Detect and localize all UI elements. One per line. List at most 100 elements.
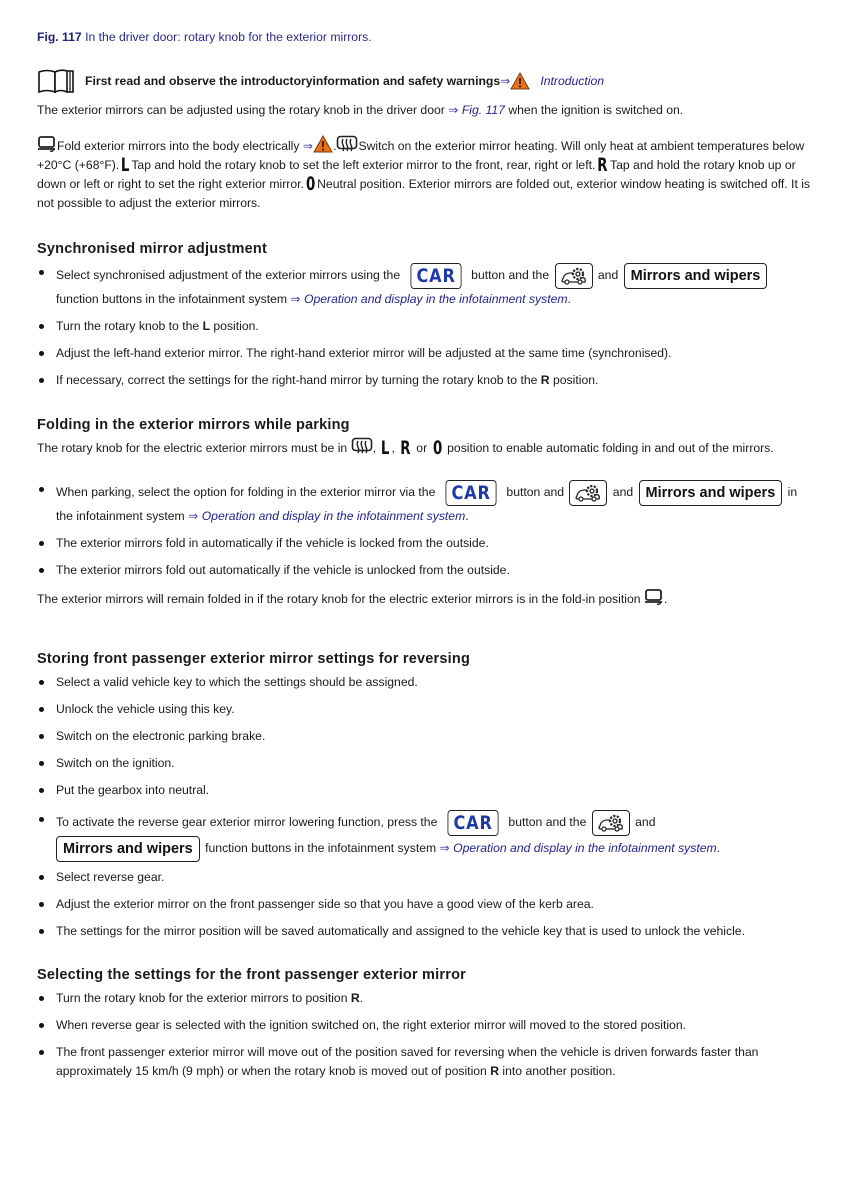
vehicle-settings-button[interactable] — [591, 810, 630, 836]
arrow-icon: ⇒ — [188, 509, 199, 523]
knob-neutral-icon: 0 — [432, 437, 442, 459]
mirrors-and-wipers-button[interactable]: Mirrors and wipers — [56, 836, 200, 862]
intro-text: The exterior mirrors can be adjusted usi… — [37, 103, 449, 117]
position-R: R — [540, 373, 550, 387]
car-button[interactable]: CAR — [445, 480, 497, 506]
item-text: The front passenger exterior mirror will… — [56, 1045, 759, 1078]
safety-notice: First read and observe the introductoryi… — [37, 68, 817, 94]
figure-label: Fig. 117 — [37, 30, 82, 44]
knob-neutral-icon: 0 — [305, 173, 316, 195]
position-L: L — [202, 319, 211, 333]
section-heading-sync: Synchronised mirror adjustment — [37, 241, 267, 257]
car-button[interactable]: CAR — [410, 263, 462, 289]
arrow-icon: ⇒ — [439, 841, 450, 856]
item-text: If necessary, correct the settings for t… — [56, 373, 541, 387]
list-item: Unlock the vehicle using this key. — [37, 700, 817, 719]
item-text: The exterior mirrors fold out automatica… — [56, 563, 510, 577]
item-text: or — [412, 441, 431, 455]
item-text: Adjust the left-hand exterior mirror. Th… — [56, 346, 672, 360]
item-text: Turn the rotary knob to the — [56, 319, 203, 333]
item-text: The settings for the mirror position wil… — [56, 924, 745, 938]
folding-outro: The exterior mirrors will remain folded … — [37, 588, 817, 609]
safety-notice-title: First read and observe the introductoryi… — [85, 73, 501, 88]
introduction-link[interactable]: Introduction — [540, 72, 604, 91]
item-text: Unlock the vehicle using this key. — [56, 702, 235, 716]
operation-display-link[interactable]: Operation and display in the infotainmen… — [304, 292, 568, 306]
knob-right-icon: R — [400, 437, 411, 459]
knob-right-icon: R — [597, 154, 608, 176]
item-text: position. — [210, 319, 259, 333]
item-text: . — [716, 841, 721, 856]
figure-link[interactable]: Fig. 117 — [462, 103, 505, 117]
item-text: into another position. — [499, 1064, 616, 1078]
item-text: position. — [549, 373, 599, 387]
list-item: Select reverse gear. — [37, 868, 817, 887]
gear-car-icon — [559, 266, 589, 286]
car-button[interactable]: CAR — [447, 810, 499, 836]
item-text: Select synchronised adjustment of the ex… — [56, 268, 404, 283]
item-text: Turn the rotary knob for the exterior mi… — [56, 991, 351, 1005]
list-item: When parking, select the option for fold… — [37, 480, 817, 526]
item-text: function buttons in the infotainment sys… — [56, 292, 291, 306]
legend-left-text: Tap and hold the rotary knob to set the … — [131, 158, 596, 172]
fold-mirror-icon — [37, 135, 57, 153]
item-text: . — [567, 292, 571, 306]
warning-icon[interactable] — [510, 72, 530, 90]
fold-mirror-icon — [644, 588, 664, 606]
item-text: The exterior mirrors fold in automatical… — [56, 536, 489, 550]
intro-text-end: when the ignition is switched on. — [504, 103, 684, 117]
item-text: When parking, select the option for fold… — [56, 485, 439, 500]
mirrors-and-wipers-button[interactable]: Mirrors and wipers — [638, 480, 783, 506]
list-item: Select a valid vehicle key to which the … — [37, 673, 817, 692]
section-heading-folding: Folding in the exterior mirrors while pa… — [37, 417, 350, 433]
item-text: . — [359, 991, 364, 1005]
folding-intro: The rotary knob for the electric exterio… — [37, 437, 817, 458]
sync-list: Select synchronised adjustment of the ex… — [37, 263, 817, 390]
list-item: Adjust the left-hand exterior mirror. Th… — [37, 344, 817, 363]
item-text: button and the — [505, 815, 590, 830]
section-heading-selecting: Selecting the settings for the front pas… — [37, 967, 466, 983]
item-text: and — [609, 485, 637, 500]
list-item: To activate the reverse gear exterior mi… — [37, 810, 817, 862]
list-item: The exterior mirrors fold in automatical… — [37, 534, 817, 553]
item-text: position to enable automatic folding in … — [443, 441, 774, 455]
list-item: The front passenger exterior mirror will… — [37, 1043, 817, 1081]
item-text: Select reverse gear. — [56, 870, 165, 884]
knob-left-icon: L — [121, 154, 130, 176]
item-text: . — [465, 509, 469, 523]
legend-fold-text: Fold exterior mirrors into the body elec… — [57, 139, 303, 153]
separator: , — [372, 441, 380, 455]
item-text: Put the gearbox into neutral. — [56, 783, 210, 797]
item-text: When reverse gear is selected with the i… — [56, 1018, 686, 1032]
storing-list: Select a valid vehicle key to which the … — [37, 673, 817, 941]
arrow-icon: ⇒ — [448, 103, 459, 117]
list-item: Adjust the exterior mirror on the front … — [37, 895, 817, 914]
mirrors-and-wipers-button[interactable]: Mirrors and wipers — [623, 263, 768, 289]
knob-legend: Fold exterior mirrors into the body elec… — [37, 135, 817, 213]
mirror-heating-icon — [336, 135, 358, 153]
list-item: The exterior mirrors fold out automatica… — [37, 561, 817, 580]
list-item: When reverse gear is selected with the i… — [37, 1016, 817, 1035]
vehicle-settings-button[interactable] — [569, 480, 608, 506]
item-text: button and the — [467, 268, 553, 283]
section-heading-storing: Storing front passenger exterior mirror … — [37, 651, 470, 667]
list-item: Turn the rotary knob to the L position. — [37, 317, 817, 336]
separator: , — [391, 441, 399, 455]
knob-left-icon: L — [381, 437, 390, 459]
list-item: The settings for the mirror position wil… — [37, 922, 817, 941]
item-text: button and — [503, 485, 568, 500]
vehicle-settings-button[interactable] — [554, 263, 593, 289]
operation-display-link[interactable]: Operation and display in the infotainmen… — [202, 509, 466, 523]
intro-paragraph: The exterior mirrors can be adjusted usi… — [37, 101, 817, 120]
list-item: Select synchronised adjustment of the ex… — [37, 263, 817, 309]
warning-icon[interactable] — [313, 135, 333, 153]
list-item: Switch on the ignition. — [37, 754, 817, 773]
item-text: . — [663, 592, 668, 606]
list-item: Switch on the electronic parking brake. — [37, 727, 817, 746]
operation-display-link[interactable]: Operation and display in the infotainmen… — [453, 841, 717, 855]
arrow-icon: ⇒ — [500, 73, 511, 88]
item-text: Select a valid vehicle key to which the … — [56, 675, 418, 689]
gear-car-icon — [573, 483, 603, 503]
mirror-heating-icon — [351, 437, 373, 455]
item-text: The exterior mirrors will remain folded … — [37, 592, 644, 606]
